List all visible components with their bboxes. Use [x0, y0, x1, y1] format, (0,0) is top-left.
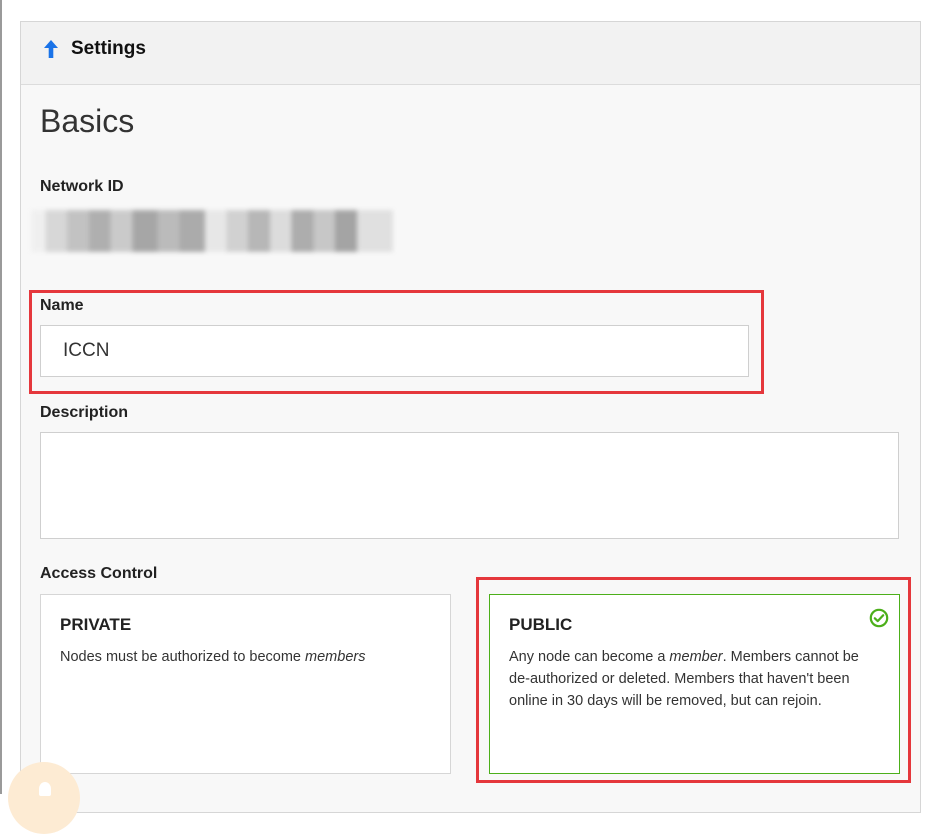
private-description: Nodes must be authorized to become membe…: [60, 649, 366, 665]
window-edge: [0, 0, 2, 794]
annotation-box-public: [476, 577, 911, 783]
network-id-label: Network ID: [40, 178, 124, 195]
access-control-label: Access Control: [40, 565, 158, 582]
arrow-up-icon[interactable]: [41, 39, 61, 59]
section-title: Basics: [40, 103, 135, 139]
description-textarea[interactable]: [40, 432, 899, 539]
annotation-box-name: [29, 290, 764, 394]
panel-header[interactable]: Settings: [21, 22, 920, 85]
access-card-private[interactable]: PRIVATE Nodes must be authorized to beco…: [40, 594, 451, 774]
private-title: PRIVATE: [60, 615, 132, 634]
panel-title: Settings: [71, 38, 146, 59]
description-label: Description: [40, 404, 129, 421]
network-id-value-redacted: [31, 210, 393, 252]
avatar[interactable]: [8, 762, 80, 834]
